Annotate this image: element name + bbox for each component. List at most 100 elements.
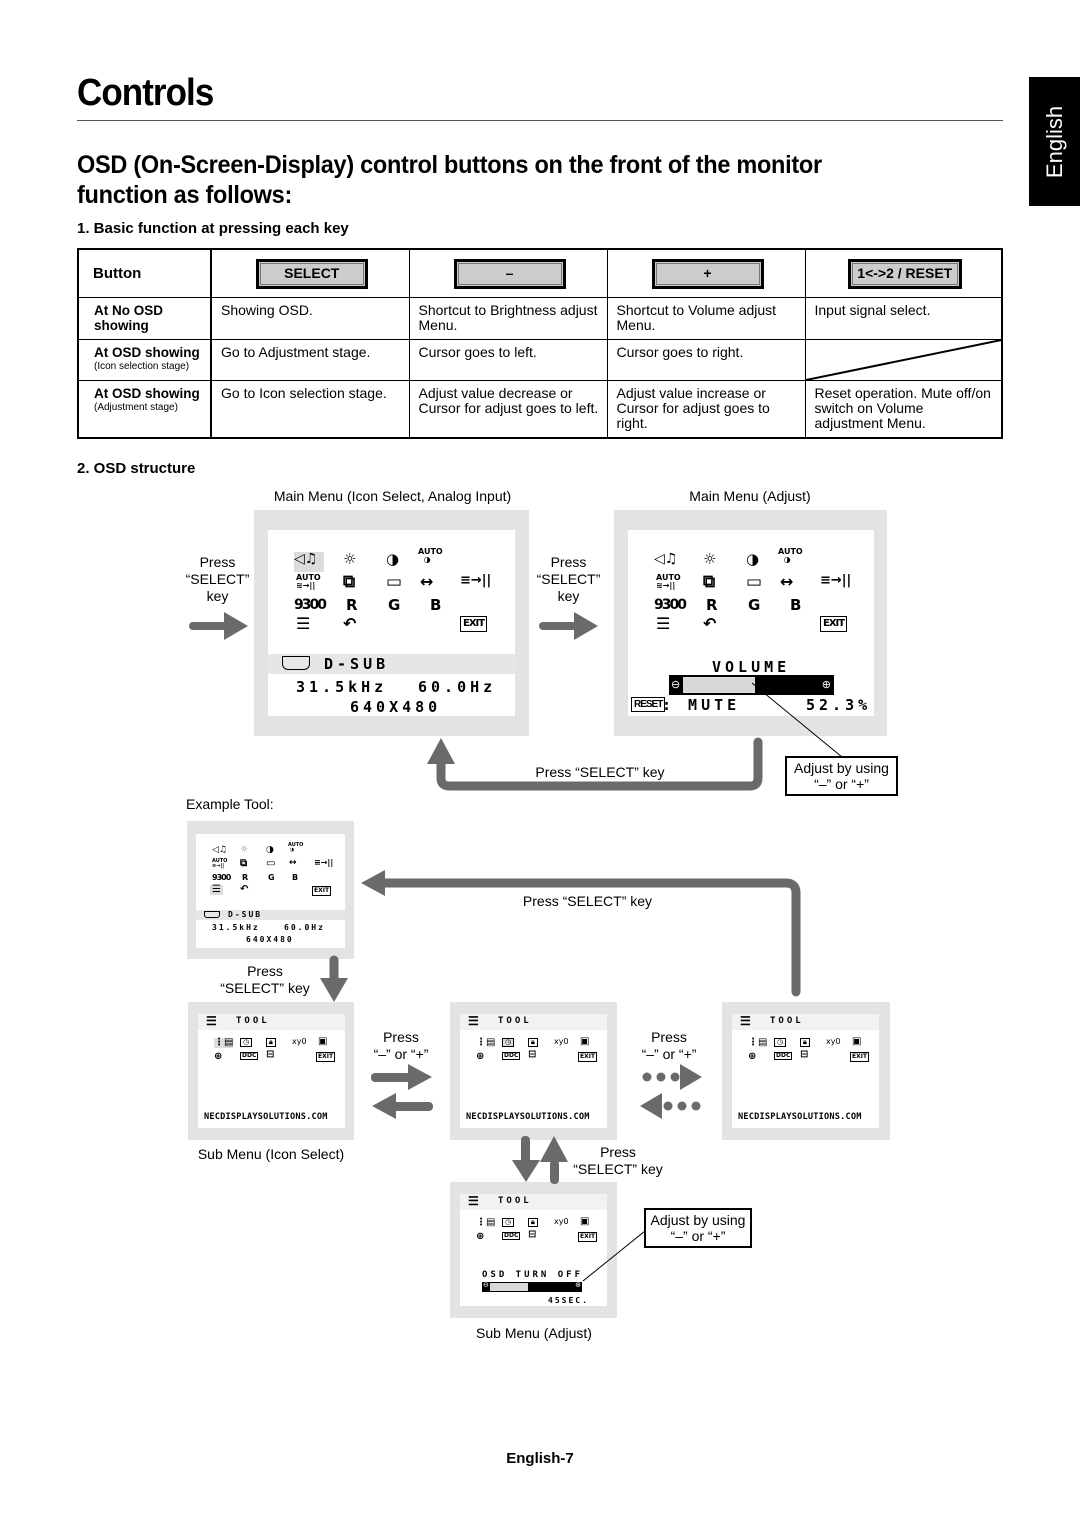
vga-connector-icon bbox=[282, 656, 310, 670]
arrow-left-head bbox=[372, 1093, 396, 1119]
arrow-down-icon bbox=[521, 1136, 530, 1164]
main-menu-icon-label: Main Menu (Icon Select, Analog Input) bbox=[273, 488, 512, 504]
table-cell: Shortcut to Brightness adjust Menu. bbox=[408, 296, 608, 340]
tool-title-band: ☰ TOOL bbox=[732, 1014, 879, 1030]
table-cell: Showing OSD. bbox=[210, 296, 410, 340]
tool-title-band: ☰ TOOL bbox=[460, 1194, 607, 1210]
exit-icon: EXIT bbox=[578, 1232, 598, 1242]
signal-info-icon: DDC bbox=[240, 1052, 259, 1060]
adc-icon: ⋮▤ bbox=[476, 1037, 496, 1048]
color-preset-icon: 9300 bbox=[654, 597, 687, 613]
minus-circle-icon: ⊖ bbox=[483, 1282, 489, 1289]
auto-contrast-icon: AUTO ◑ bbox=[418, 547, 443, 564]
auto-contrast-icon: AUTO ◑ bbox=[778, 547, 803, 564]
tool-icon: ☰ bbox=[468, 1014, 479, 1028]
manufacturer-url: NECDISPLAYSOLUTIONS.COM bbox=[738, 1112, 862, 1122]
tool-icon: ☰ bbox=[296, 614, 311, 633]
v-frequency: 60.0Hz bbox=[418, 678, 497, 696]
clock-icon: ◷ bbox=[240, 1038, 253, 1047]
osd-screen: ◁♫ ☼ ◑ AUTO ◑ AUTO ≋→|| ⧉ ▭ ↔ ≡→|| 9300 R… bbox=[628, 530, 874, 716]
lock-icon: 🔒︎ bbox=[528, 1218, 538, 1227]
monitor-info-icon: ▣ bbox=[852, 1036, 862, 1047]
contrast-icon: ◑ bbox=[386, 550, 400, 568]
osd-screen: ☰ TOOL ⋮▤ ◷ 🔒︎ xy0 ▣ ⊕ DDC ⊟ EXIT NECDISPLAYSOLUTIO… bbox=[198, 1014, 345, 1128]
arrow-left-head bbox=[640, 1093, 662, 1119]
h-size-icon: ↔ bbox=[780, 572, 794, 591]
label-line: key bbox=[557, 588, 580, 604]
label-line: Press bbox=[383, 1029, 419, 1045]
label-line: “–” or “+” bbox=[814, 776, 869, 792]
auto-contrast-icon: AUTO ◑ bbox=[288, 842, 304, 853]
volume-slider-fill bbox=[683, 677, 755, 693]
color-preset-icon: 9300 bbox=[294, 597, 327, 613]
tool-title: TOOL bbox=[498, 1016, 532, 1026]
osd-position-icon: ⊟ bbox=[266, 1049, 275, 1060]
h-frequency: 31.5kHz bbox=[296, 678, 388, 696]
section1-heading: 1. Basic function at pressing each key bbox=[77, 220, 349, 237]
zoom-icon: ⊕ bbox=[748, 1051, 757, 1062]
label-line: Press bbox=[550, 554, 587, 570]
dot bbox=[642, 1072, 652, 1082]
main-menu-adjust-label: Main Menu (Adjust) bbox=[689, 488, 811, 504]
input-reset-key: 1<->2 / RESET bbox=[847, 258, 962, 289]
table-cell: Adjust value increase or Cursor for adju… bbox=[606, 379, 806, 439]
volume-icon: ◁♫ bbox=[654, 551, 678, 567]
brightness-icon: ☼ bbox=[240, 845, 249, 855]
sub-menu-icon-select-label: Sub Menu (Icon Select) bbox=[197, 1146, 345, 1162]
table-header-row: Button SELECT – + 1<->2 / RESET bbox=[77, 248, 1003, 298]
osd-position-icon: ⊟ bbox=[528, 1229, 537, 1240]
input-name: D-SUB bbox=[228, 910, 263, 919]
fine-icon: ≡→|| bbox=[460, 573, 492, 588]
press-select-left: Press “SELECT” key bbox=[175, 554, 260, 605]
press-select-back-label: Press “SELECT” key bbox=[522, 893, 653, 909]
left-right-icon: ⧉ bbox=[240, 858, 248, 869]
reset-icon: RESET bbox=[631, 697, 666, 712]
auto-adjust-icon: AUTO ≋→|| bbox=[212, 858, 228, 869]
osd-turnoff-slider[interactable]: ⊖ ⊕ bbox=[482, 1282, 582, 1292]
volume-value: 52.3% bbox=[806, 696, 872, 714]
arrow-up-head bbox=[427, 738, 455, 764]
left-right-icon: ⧉ bbox=[343, 572, 356, 592]
table-row: At OSD showing (Icon selection stage) Go … bbox=[77, 338, 1003, 381]
plus-circle-icon: ⊕ bbox=[575, 1282, 581, 1289]
exit-icon: EXIT bbox=[850, 1052, 870, 1062]
press-select-sub-label: Press “SELECT” key bbox=[568, 1144, 668, 1178]
select-key: SELECT bbox=[255, 258, 368, 289]
osd-screen: ☰ TOOL ⋮▤ ◷ 🔒︎ xy0 ▣ ⊕ DDC ⊟ EXIT NECDISPLAYSOLUTIO… bbox=[460, 1014, 607, 1128]
green-icon: G bbox=[388, 596, 401, 614]
language-tab-label: English bbox=[1041, 105, 1067, 178]
input-band: D-SUB bbox=[196, 910, 345, 920]
factory-preset-icon: ↶ bbox=[343, 614, 357, 633]
page-title: Controls bbox=[77, 72, 214, 114]
volume-slider[interactable]: ⊖ ⊕ bbox=[669, 675, 834, 695]
label-line: Press bbox=[199, 554, 236, 570]
clock-icon: ◷ bbox=[502, 1218, 515, 1227]
table-cell: Go to Icon selection stage. bbox=[210, 379, 410, 439]
signal-info-icon: DDC bbox=[502, 1232, 521, 1240]
arrow-left-icon bbox=[393, 1102, 433, 1111]
volume-icon: ◁♫ bbox=[294, 552, 324, 572]
osd-example-tool: ◁♫ ☼ ◑ AUTO ◑ AUTO ≋→|| ⧉ ▭ ↔ ≡→|| 9300 R… bbox=[187, 821, 354, 959]
volume-icon: ◁♫ bbox=[212, 845, 227, 855]
clock-icon: ◷ bbox=[502, 1038, 515, 1047]
manufacturer-url: NECDISPLAYSOLUTIONS.COM bbox=[466, 1112, 590, 1122]
row-sublabel: (Adjustment stage) bbox=[94, 401, 178, 413]
table-cell: Cursor goes to right. bbox=[606, 338, 806, 381]
press-minus-plus-label-2: Press “–” or “+” bbox=[628, 1029, 710, 1063]
arrow-right-head bbox=[408, 1064, 432, 1090]
press-minus-plus-label-1: Press “–” or “+” bbox=[360, 1029, 442, 1063]
exit-icon: EXIT bbox=[460, 616, 488, 632]
osd-screen: ☰ TOOL ⋮▤ ◷ 🔒︎ xy0 ▣ ⊕ DDC ⊟ EXIT OSD TURN OFF ⊖ ⊕ 45S… bbox=[460, 1194, 607, 1306]
adjust-callout-2: Adjust by using “–” or “+” bbox=[644, 1208, 752, 1248]
osd-position-icon: ⊟ bbox=[800, 1049, 809, 1060]
tool-title: TOOL bbox=[236, 1016, 270, 1026]
table-row: At OSD showing (Adjustment stage) Go to I… bbox=[77, 379, 1003, 439]
label-line: Adjust by using bbox=[794, 760, 889, 776]
monitor-info-icon: ▣ bbox=[318, 1036, 328, 1047]
press-select-down-label: Press “SELECT” key bbox=[205, 963, 325, 997]
row-sublabel: (Icon selection stage) bbox=[94, 360, 190, 372]
plus-key: + bbox=[651, 258, 764, 289]
table-cell: Input signal select. bbox=[804, 296, 1003, 340]
row-label: At OSD showing bbox=[94, 385, 200, 401]
resolution: 640X480 bbox=[350, 698, 442, 716]
